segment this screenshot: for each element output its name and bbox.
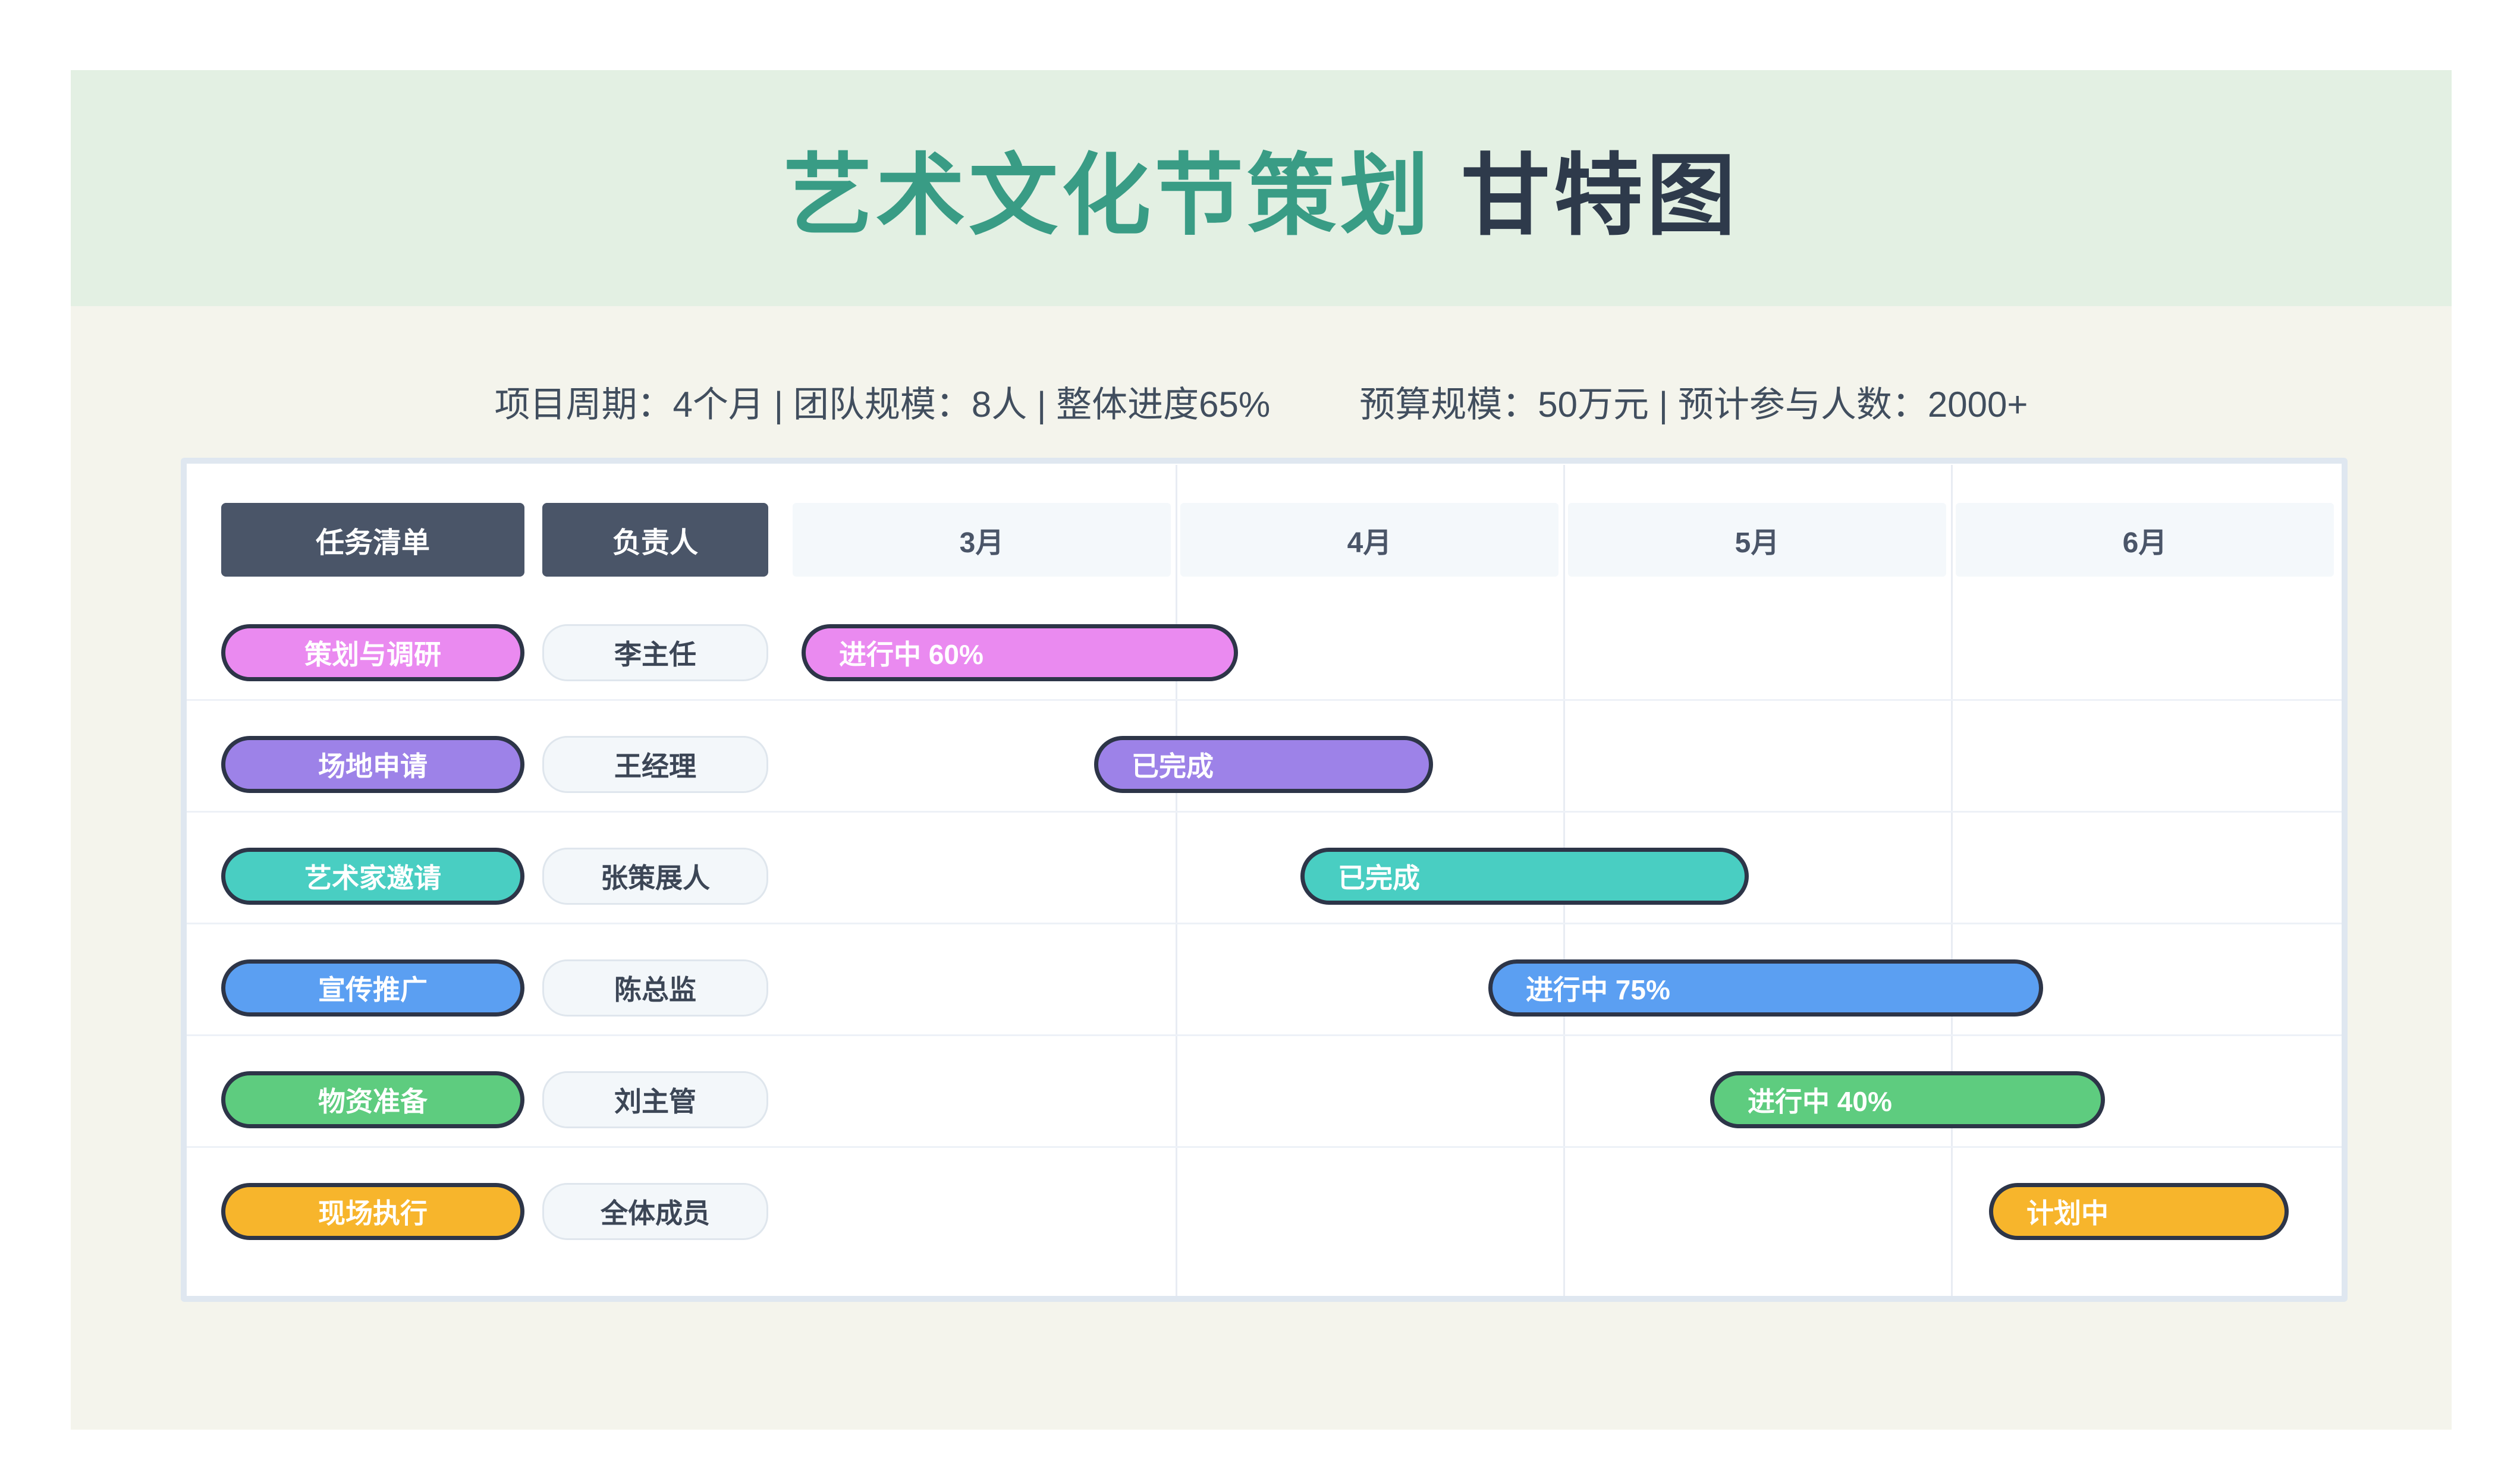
task-pill[interactable]: 艺术家邀请 [221,848,524,905]
task-pill[interactable]: 场地申请 [221,736,524,793]
owner-pill[interactable]: 张策展人 [542,848,768,905]
row-separator [187,1034,2342,1036]
row-separator [187,811,2342,813]
month-header: 5月 [1568,503,1946,577]
column-gridline [1951,465,1953,1296]
row-separator [187,699,2342,701]
task-pill[interactable]: 策划与调研 [221,624,524,681]
gantt-bar[interactable]: 进行中 60% [802,624,1238,681]
hero-band: 艺术文化节策划 甘特图 [71,70,2452,306]
month-header: 6月 [1956,503,2334,577]
project-meta-right: 预算规模：50万元 | 预计参与人数：2000+ [1359,376,2028,427]
gantt-bar[interactable]: 进行中 75% [1488,959,2043,1017]
gantt-bar[interactable]: 已完成 [1094,736,1433,793]
task-pill[interactable]: 物资准备 [221,1071,524,1128]
row-separator [187,1146,2342,1148]
owner-pill[interactable]: 陈总监 [542,959,768,1017]
page-title-rest: 甘特图 [1432,146,1739,246]
gantt-bar[interactable]: 计划中 [1989,1183,2289,1240]
gantt-bar[interactable]: 已完成 [1300,848,1749,905]
month-header: 3月 [793,503,1171,577]
gantt-bar[interactable]: 进行中 40% [1710,1071,2105,1128]
owner-pill[interactable]: 王经理 [542,736,768,793]
project-meta-left: 项目周期：4个月 | 团队规模：8人 | 整体进度65% [495,376,1271,427]
owner-header: 负责人 [542,503,768,577]
page-title: 艺术文化节策划 甘特图 [783,124,1739,253]
task-pill[interactable]: 宣传推广 [221,959,524,1017]
project-meta: 项目周期：4个月 | 团队规模：8人 | 整体进度65% 预算规模：50万元 |… [71,366,2452,437]
owner-pill[interactable]: 刘主管 [542,1071,768,1128]
owner-pill[interactable]: 全体成员 [542,1183,768,1240]
owner-pill[interactable]: 李主任 [542,624,768,681]
page-title-highlight: 艺术文化节策划 [783,146,1432,246]
column-gridline [1176,465,1177,1296]
task-pill[interactable]: 现场执行 [221,1183,524,1240]
page: 艺术文化节策划 甘特图 项目周期：4个月 | 团队规模：8人 | 整体进度65%… [0,0,2520,1479]
task-list-header: 任务清单 [221,503,524,577]
month-header: 4月 [1180,503,1558,577]
row-separator [187,923,2342,924]
